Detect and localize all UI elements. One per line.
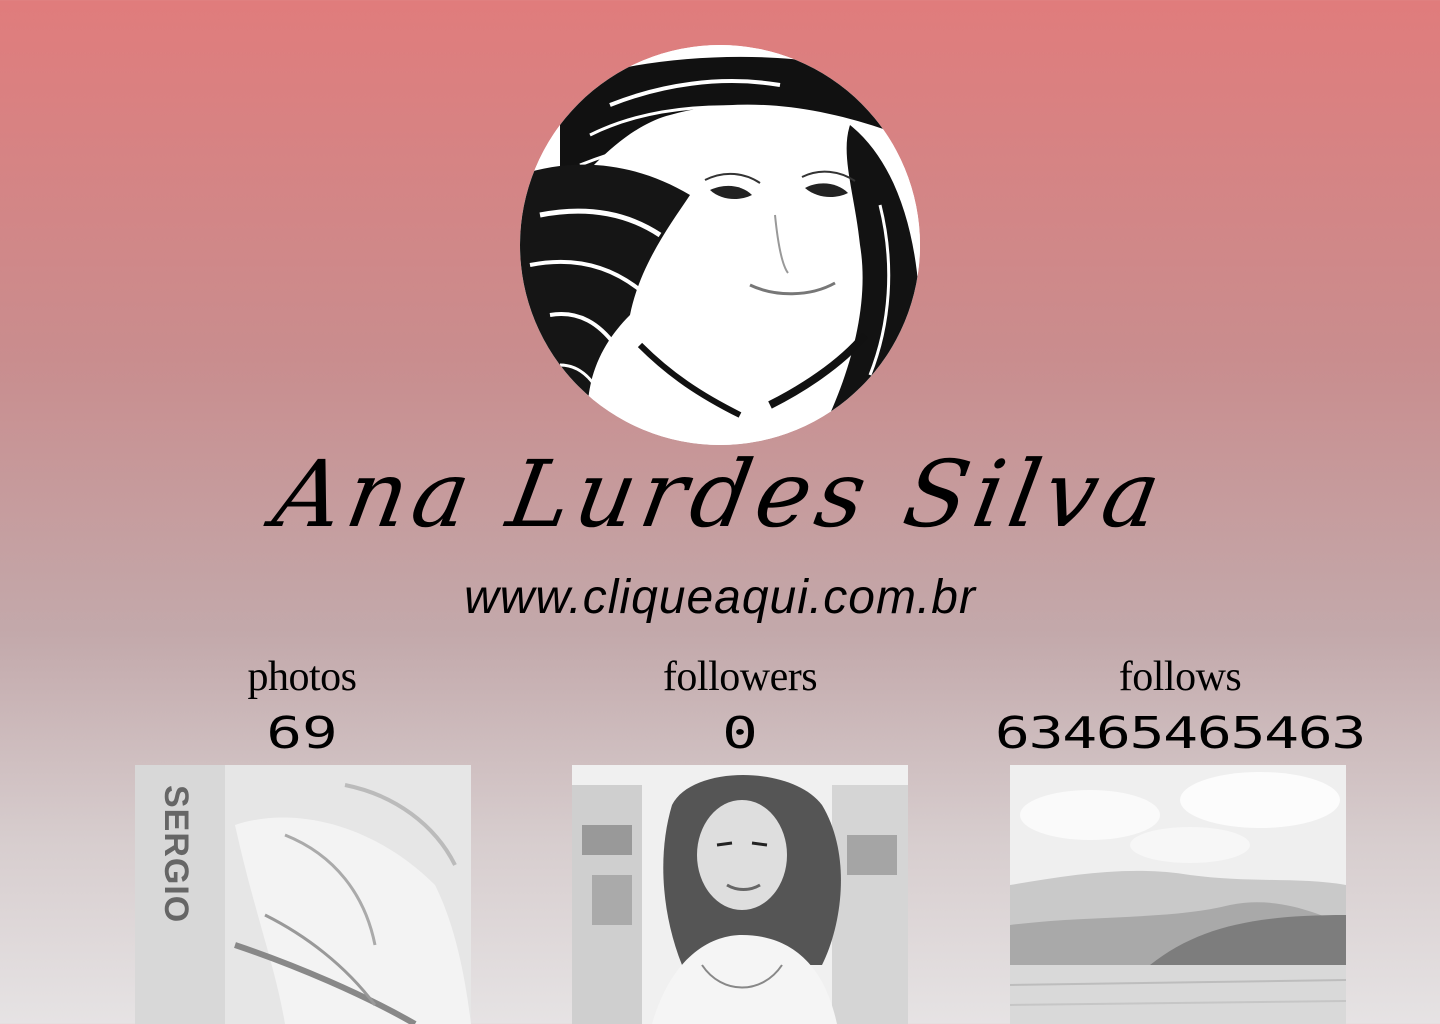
stat-followers-label: followers	[662, 654, 818, 700]
stat-follows[interactable]: follows 63465465463	[970, 648, 1390, 762]
photo-thumbnail-portrait[interactable]	[572, 765, 908, 1024]
stat-photos[interactable]: photos 69	[92, 648, 512, 762]
avatar-image	[520, 45, 920, 445]
profile-website-link[interactable]: www.cliqueaqui.com.br	[0, 570, 1440, 625]
photo-thumbnail-landscape[interactable]	[1010, 765, 1346, 1024]
stat-photos-label: photos	[247, 654, 357, 700]
stat-followers[interactable]: followers 0	[530, 648, 950, 762]
profile-name: Ana Lurdes Silva	[266, 441, 1174, 548]
stat-follows-value: 63465465463	[994, 708, 1366, 759]
poster-title-text: SERGIO	[157, 785, 195, 923]
photo-thumbnail-poster[interactable]: SERGIO	[135, 765, 471, 1024]
landscape-image	[1010, 765, 1346, 1024]
portrait-image	[572, 765, 908, 1024]
poster-image: SERGIO	[135, 765, 471, 1024]
profile-avatar[interactable]	[520, 45, 920, 445]
stat-follows-label: follows	[1118, 654, 1242, 700]
